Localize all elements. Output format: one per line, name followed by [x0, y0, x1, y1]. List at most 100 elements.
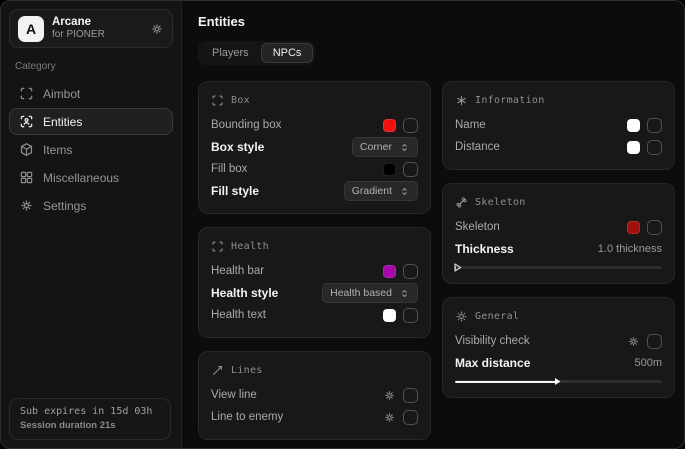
sidebar-item-items[interactable]: Items [9, 136, 173, 163]
setting-row-bounding-box: Bounding box [211, 114, 418, 136]
view-line-checkbox[interactable] [403, 388, 418, 403]
sidebar-item-label: Items [43, 143, 72, 157]
sidebar-item-label: Miscellaneous [43, 171, 119, 185]
gear-icon[interactable] [627, 335, 640, 348]
sidebar-item-entities[interactable]: Entities [9, 108, 173, 135]
setting-label: View line [211, 389, 257, 401]
card-skeleton: Skeleton Skeleton Thickness 1.0 thicknes… [442, 183, 675, 284]
card-lines: Lines View line Line to enemy [198, 351, 431, 440]
gear-icon [19, 198, 34, 213]
sidebar-item-miscellaneous[interactable]: Miscellaneous [9, 164, 173, 191]
line-icon [211, 364, 224, 377]
setting-label: Health bar [211, 265, 264, 277]
setting-label: Skeleton [455, 221, 500, 233]
app-tagline: for PIONER [52, 29, 142, 41]
session-duration-text: Session duration 21s [20, 420, 160, 431]
sidebar-item-settings[interactable]: Settings [9, 192, 173, 219]
card-title: Health [231, 241, 269, 252]
color-swatch[interactable] [627, 119, 640, 132]
card-title: Box [231, 95, 250, 106]
sub-expires-text: Sub expires in 15d 03h [20, 406, 160, 417]
app-name: Arcane [52, 16, 142, 29]
skeleton-checkbox[interactable] [647, 220, 662, 235]
color-swatch[interactable] [627, 221, 640, 234]
max-distance-value: 500m [634, 357, 662, 369]
box-style-select[interactable]: Corner [352, 137, 418, 157]
health-text-checkbox[interactable] [403, 308, 418, 323]
setting-row-line-to-enemy: Line to enemy [211, 406, 418, 428]
brand-card: A Arcane for PIONER [9, 9, 173, 48]
gear-icon[interactable] [383, 389, 396, 402]
card-information: Information Name Distance [442, 81, 675, 170]
setting-label: Thickness [455, 242, 514, 256]
bounding-box-checkbox[interactable] [403, 118, 418, 133]
max-distance-slider[interactable] [455, 376, 662, 386]
chevron-updown-icon [399, 288, 410, 299]
package-icon [19, 142, 34, 157]
tab-npcs[interactable]: NPCs [261, 43, 314, 63]
color-swatch[interactable] [627, 141, 640, 154]
setting-label: Bounding box [211, 119, 281, 131]
thickness-slider[interactable] [455, 262, 662, 272]
page-title: Entities [198, 14, 675, 29]
main-content: Entities Players NPCs Box Bounding box [182, 1, 684, 448]
setting-label: Distance [455, 141, 500, 153]
category-label: Category [15, 61, 167, 72]
app-window: A Arcane for PIONER Category Aimbot Enti… [0, 0, 685, 449]
app-logo: A [18, 16, 44, 42]
visibility-check-checkbox[interactable] [647, 334, 662, 349]
select-value: Health based [330, 287, 392, 299]
tab-players[interactable]: Players [200, 43, 261, 63]
setting-label: Fill box [211, 163, 247, 175]
card-title: Skeleton [475, 197, 526, 208]
gear-icon[interactable] [383, 411, 396, 424]
setting-label: Health text [211, 309, 266, 321]
fill-style-select[interactable]: Gradient [344, 181, 418, 201]
card-title: Lines [231, 365, 263, 376]
sun-icon [455, 310, 468, 323]
chevron-updown-icon [399, 186, 410, 197]
setting-label: Visibility check [455, 335, 530, 347]
sidebar-item-label: Settings [43, 199, 86, 213]
setting-row-visibility-check: Visibility check [455, 330, 662, 352]
asterisk-icon [455, 94, 468, 107]
distance-checkbox[interactable] [647, 140, 662, 155]
health-style-select[interactable]: Health based [322, 283, 418, 303]
color-swatch[interactable] [383, 119, 396, 132]
slider-handle[interactable] [454, 263, 462, 272]
select-value: Gradient [352, 185, 392, 197]
grid-icon [19, 170, 34, 185]
entities-icon [19, 114, 34, 129]
gear-icon[interactable] [150, 22, 164, 36]
sidebar-item-label: Aimbot [43, 87, 80, 101]
fill-box-checkbox[interactable] [403, 162, 418, 177]
setting-row-distance: Distance [455, 136, 662, 158]
setting-label: Fill style [211, 184, 259, 198]
sidebar-item-label: Entities [43, 115, 82, 129]
card-title: General [475, 311, 519, 322]
setting-label: Line to enemy [211, 411, 283, 423]
setting-row-box-style: Box style Corner [211, 136, 418, 158]
setting-row-health-text: Health text [211, 304, 418, 326]
setting-row-health-style: Health style Health based [211, 282, 418, 304]
setting-row-skeleton: Skeleton [455, 216, 662, 238]
card-title: Information [475, 95, 545, 106]
color-swatch[interactable] [383, 163, 396, 176]
thickness-value: 1.0 thickness [598, 243, 662, 255]
setting-row-view-line: View line [211, 384, 418, 406]
name-checkbox[interactable] [647, 118, 662, 133]
sidebar-item-aimbot[interactable]: Aimbot [9, 80, 173, 107]
color-swatch[interactable] [383, 265, 396, 278]
setting-row-health-bar: Health bar [211, 260, 418, 282]
slider-handle[interactable] [554, 377, 562, 386]
bone-icon [455, 196, 468, 209]
setting-label: Box style [211, 140, 264, 154]
subscription-info: Sub expires in 15d 03h Session duration … [9, 398, 171, 440]
select-value: Corner [360, 141, 392, 153]
health-bar-checkbox[interactable] [403, 264, 418, 279]
setting-label: Max distance [455, 356, 530, 370]
color-swatch[interactable] [383, 309, 396, 322]
setting-row-fill-style: Fill style Gradient [211, 180, 418, 202]
setting-row-fill-box: Fill box [211, 158, 418, 180]
line-to-enemy-checkbox[interactable] [403, 410, 418, 425]
